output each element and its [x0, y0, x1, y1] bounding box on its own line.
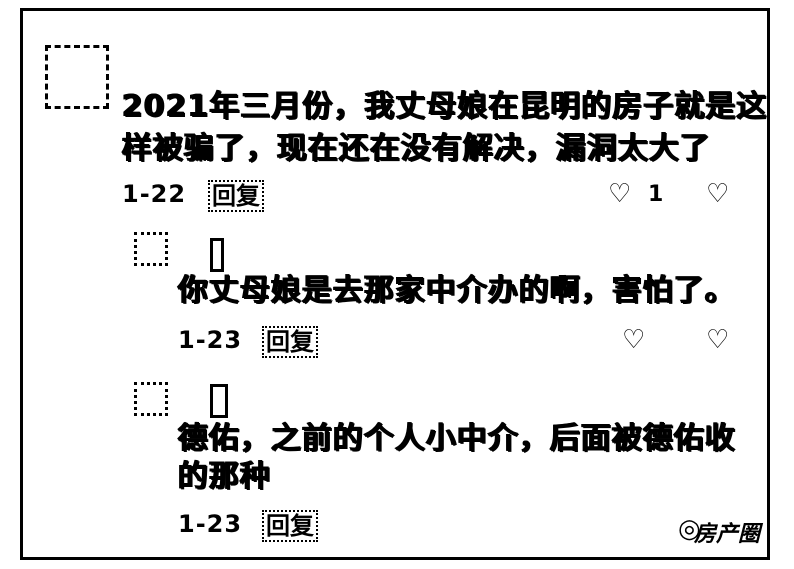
comment-date: 1-23 — [178, 510, 243, 538]
reply-text: 你丈母娘是去那家中介办的啊，害怕了。 — [178, 273, 736, 308]
username[interactable] — [210, 384, 228, 418]
heart-icon[interactable]: ♡ — [622, 326, 645, 354]
watermark-text: 房产圈 — [693, 522, 760, 547]
reply-button[interactable]: 回复 — [262, 510, 318, 542]
comment-date: 1-22 — [122, 180, 187, 208]
avatar[interactable] — [45, 45, 109, 109]
comment-text-line-2: 样被骗了，现在还在没有解决，漏洞太大了 — [122, 131, 711, 166]
reply-button[interactable]: 回复 — [262, 326, 318, 358]
comment-text-line-1: 2021年三月份，我丈母娘在昆明的房子就是这 — [122, 89, 768, 124]
avatar[interactable] — [134, 232, 168, 266]
reply-text-line-1: 德佑，之前的个人小中介，后面被德佑收 — [178, 421, 736, 456]
like-count: 1 — [648, 182, 664, 207]
comment-date: 1-23 — [178, 326, 243, 354]
avatar[interactable] — [134, 382, 168, 416]
reply-button[interactable]: 回复 — [208, 180, 264, 212]
username[interactable] — [210, 238, 224, 272]
watermark: ◎ 房产圈 — [540, 490, 768, 550]
dislike-heart-icon[interactable]: ♡ — [706, 180, 729, 208]
dislike-heart-icon[interactable]: ♡ — [706, 326, 729, 354]
heart-icon[interactable]: ♡ — [608, 180, 631, 208]
reply-text-line-2: 的那种 — [178, 459, 271, 494]
